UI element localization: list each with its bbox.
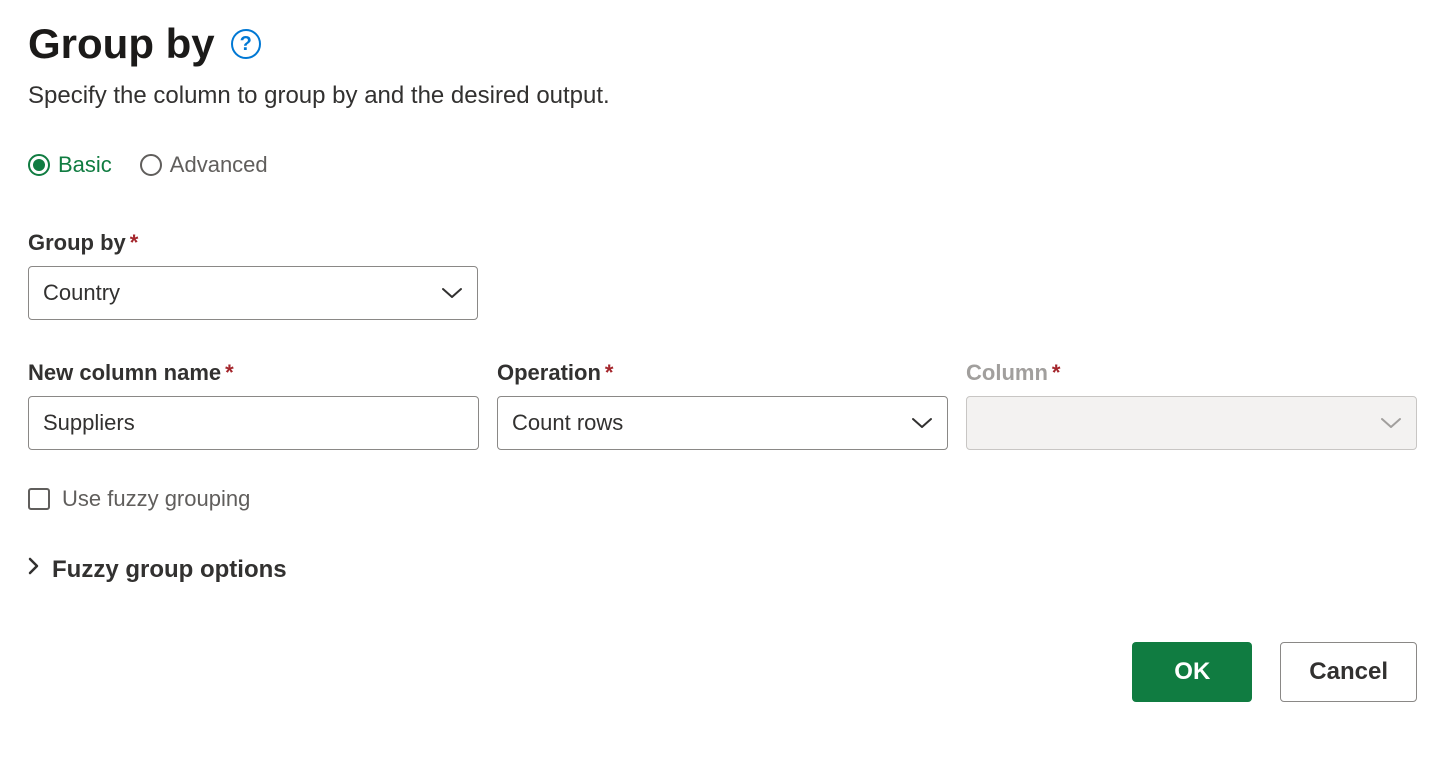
fuzzy-group-options-expander[interactable]: Fuzzy group options xyxy=(28,556,1417,584)
operation-label: Operation* xyxy=(497,360,948,386)
required-asterisk: * xyxy=(225,360,234,385)
use-fuzzy-grouping-checkbox[interactable]: Use fuzzy grouping xyxy=(28,486,1417,512)
dialog-subtitle: Specify the column to group by and the d… xyxy=(28,82,1417,110)
radio-advanced-label: Advanced xyxy=(170,152,268,178)
chevron-down-icon xyxy=(911,416,933,430)
chevron-down-icon xyxy=(1380,416,1402,430)
required-asterisk: * xyxy=(130,230,139,255)
ok-button[interactable]: OK xyxy=(1132,642,1252,702)
fuzzy-group-options-label: Fuzzy group options xyxy=(52,556,287,584)
radio-basic[interactable]: Basic xyxy=(28,152,112,178)
operation-dropdown[interactable]: Count rows xyxy=(497,396,948,450)
group-by-label: Group by* xyxy=(28,230,1417,256)
use-fuzzy-grouping-label: Use fuzzy grouping xyxy=(62,486,250,512)
column-dropdown xyxy=(966,396,1417,450)
help-icon[interactable]: ? xyxy=(231,29,261,59)
chevron-down-icon xyxy=(441,286,463,300)
chevron-right-icon xyxy=(28,557,40,581)
group-by-dropdown[interactable]: Country xyxy=(28,266,478,320)
new-column-name-input[interactable]: Suppliers xyxy=(28,396,479,450)
new-column-name-label: New column name* xyxy=(28,360,479,386)
radio-advanced[interactable]: Advanced xyxy=(140,152,268,178)
new-column-name-value: Suppliers xyxy=(43,410,135,436)
dialog-title: Group by xyxy=(28,20,215,68)
operation-value: Count rows xyxy=(512,410,623,436)
mode-radio-group: Basic Advanced xyxy=(28,152,1417,178)
radio-unselected-icon xyxy=(140,154,162,176)
column-label: Column* xyxy=(966,360,1417,386)
required-asterisk: * xyxy=(1052,360,1061,385)
cancel-button[interactable]: Cancel xyxy=(1280,642,1417,702)
radio-basic-label: Basic xyxy=(58,152,112,178)
group-by-value: Country xyxy=(43,280,120,306)
required-asterisk: * xyxy=(605,360,614,385)
radio-selected-icon xyxy=(28,154,50,176)
checkbox-unchecked-icon xyxy=(28,488,50,510)
